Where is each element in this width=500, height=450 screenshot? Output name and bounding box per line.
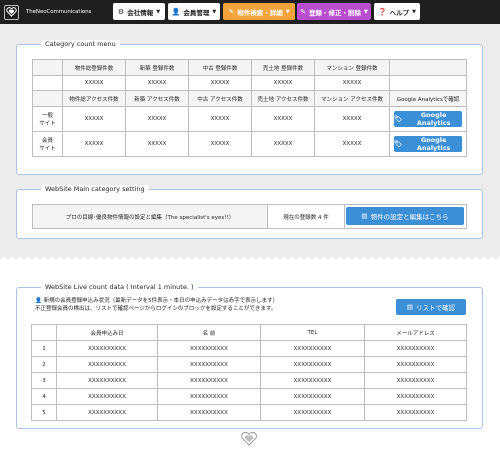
view-list-button[interactable]: ▤ リストで確認	[396, 299, 466, 315]
brand-name: TheNeoCommunications	[26, 9, 92, 15]
table-row: 会員 サイト XXXXX XXXXX XXXXX XXXXX XXXXX 🏷 Goo…	[32, 131, 467, 157]
edit-icon: ✎	[300, 7, 306, 16]
nav-company-info[interactable]: ⚙ 会社情報 ▼	[113, 3, 165, 20]
header-cell: 物件総アクセス件数	[62, 90, 126, 107]
live-signup-table: 会員申込み日 名 前 TEL メールアドレス 1 XXXXXXXXXX XXXX…	[31, 324, 467, 421]
header-cell: 中古 アクセス件数	[188, 90, 252, 107]
main-category-description: プロの目線･優良物件情報の設定と編集（The specialist's eyes…	[32, 204, 268, 229]
header-cell: 名 前	[157, 324, 261, 341]
user-icon: 👤	[171, 7, 181, 16]
signup-notice: 👤 新規の会員登録申込み状況（最新データを5件表示・本日の申込みデータは赤字で表…	[35, 298, 279, 312]
chevron-down-icon: ▼	[212, 8, 217, 15]
value-cell: XXXXX	[62, 106, 126, 132]
value-cell: XXXXX	[251, 131, 315, 157]
registered-count: 現在の登録数 4 件	[267, 204, 345, 229]
row-label: 会員 サイト	[32, 131, 63, 157]
heart-logo-icon	[4, 4, 19, 20]
list-icon: ▤	[406, 303, 414, 311]
top-navbar: TheNeoCommunications ⚙ 会社情報 ▼ 👤 会員管理 ▼ ✎ 物件検索…	[0, 0, 500, 24]
logo[interactable]: TheNeoCommunications	[4, 4, 92, 20]
value-cell: XXXXX	[125, 131, 189, 157]
value-cell: XXXXX	[314, 131, 390, 157]
user-icon: 👤	[35, 298, 42, 304]
table-row: 5 XXXXXXXXXX XXXXXXXXXX XXXXXXXXXX XXXXX…	[31, 404, 467, 421]
panel-title: Category count menu	[41, 40, 120, 48]
table-row: 会員申込み日 名 前 TEL メールアドレス	[31, 324, 467, 341]
nav-register-edit-delete[interactable]: ✎ 登録・修正・削除 ▼	[297, 3, 371, 20]
chevron-down-icon: ▼	[285, 8, 290, 15]
table-row: XXXXX XXXXX XXXXX XXXXX XXXXX	[32, 75, 467, 91]
list-icon: ▤	[361, 212, 368, 220]
edit-property-settings-button[interactable]: ▤ 物件の設定と編集はこちら	[346, 207, 464, 225]
header-cell: 新築 アクセス件数	[125, 90, 189, 107]
header-cell: 中古 登録件数	[188, 59, 252, 76]
google-analytics-button[interactable]: 🏷 Google Analytics	[394, 111, 462, 127]
row-label: 一般 サイト	[32, 106, 63, 132]
header-cell: Google Analyticsで確認	[389, 90, 467, 107]
header-cell: TEL	[260, 324, 365, 341]
main-category-panel: WebSite Main category setting プロの目線･優良物件…	[16, 185, 483, 239]
value-cell: XXXXX	[251, 106, 315, 132]
panel-title: WebSite Main category setting	[41, 185, 149, 193]
table-row: 一般 サイト XXXXX XXXXX XXXXX XXXXX XXXXX 🏷 Goo…	[32, 106, 467, 132]
header-cell: 売土地 アクセス件数	[251, 90, 315, 107]
gear-icon: ⚙	[117, 7, 125, 16]
tag-icon: 🏷	[394, 115, 403, 123]
chevron-down-icon: ▼	[156, 8, 161, 15]
value-cell: XXXXX	[125, 75, 189, 91]
value-cell: XXXXX	[62, 131, 126, 157]
table-row: 4 XXXXXXXXXX XXXXXXXXXX XXXXXXXXXX XXXXX…	[31, 388, 467, 405]
value-cell: XXXXX	[188, 131, 252, 157]
table-row: 3 XXXXXXXXXX XXXXXXXXXX XXXXXXXXXX XXXXX…	[31, 372, 467, 389]
category-count-table: 物件総登録件数 新築 登録件数 中古 登録件数 売土地 登録件数 マンション 登…	[32, 59, 467, 157]
header-cell: 売土地 登録件数	[251, 59, 315, 76]
value-cell: XXXXX	[188, 106, 252, 132]
category-count-panel: Category count menu 物件総登録件数 新築 登録件数 中古 登…	[16, 40, 483, 175]
chevron-down-icon: ▼	[412, 8, 417, 15]
panel-title: WebSite Live count data ( Interval 1 min…	[41, 283, 198, 291]
header-cell: マンション アクセス件数	[314, 90, 390, 107]
table-row: 物件総登録件数 新築 登録件数 中古 登録件数 売土地 登録件数 マンション 登…	[32, 59, 467, 76]
table-row: 1 XXXXXXXXXX XXXXXXXXXX XXXXXXXXXX XXXXX…	[31, 340, 467, 357]
tag-icon: 🏷	[394, 140, 403, 148]
header-cell: マンション 登録件数	[314, 59, 390, 76]
header-cell: 新築 登録件数	[125, 59, 189, 76]
nav-help[interactable]: ❓ ヘルプ ▼	[374, 3, 420, 20]
value-cell: XXXXX	[188, 75, 252, 91]
table-row: 物件総アクセス件数 新築 アクセス件数 中古 アクセス件数 売土地 アクセス件数…	[32, 90, 467, 107]
nav-member-management[interactable]: 👤 会員管理 ▼	[168, 3, 220, 20]
value-cell: XXXXX	[314, 106, 390, 132]
header-cell: 物件総登録件数	[62, 59, 126, 76]
nav-property-search[interactable]: ✎ 物件検索・詳細 ▼	[223, 3, 295, 20]
header-cell: メールアドレス	[364, 324, 467, 341]
chevron-down-icon: ▼	[364, 8, 368, 15]
value-cell: XXXXX	[251, 75, 315, 91]
google-analytics-button[interactable]: 🏷 Google Analytics	[394, 136, 462, 152]
value-cell: XXXXX	[125, 106, 189, 132]
edit-icon: ✎	[228, 7, 235, 16]
footer-heart-logo-icon	[241, 432, 257, 446]
value-cell: XXXXX	[314, 75, 390, 91]
help-icon: ❓	[377, 7, 387, 16]
header-cell: 会員申込み日	[56, 324, 158, 341]
value-cell: XXXXX	[62, 75, 126, 91]
table-row: 2 XXXXXXXXXX XXXXXXXXXX XXXXXXXXXX XXXXX…	[31, 356, 467, 373]
